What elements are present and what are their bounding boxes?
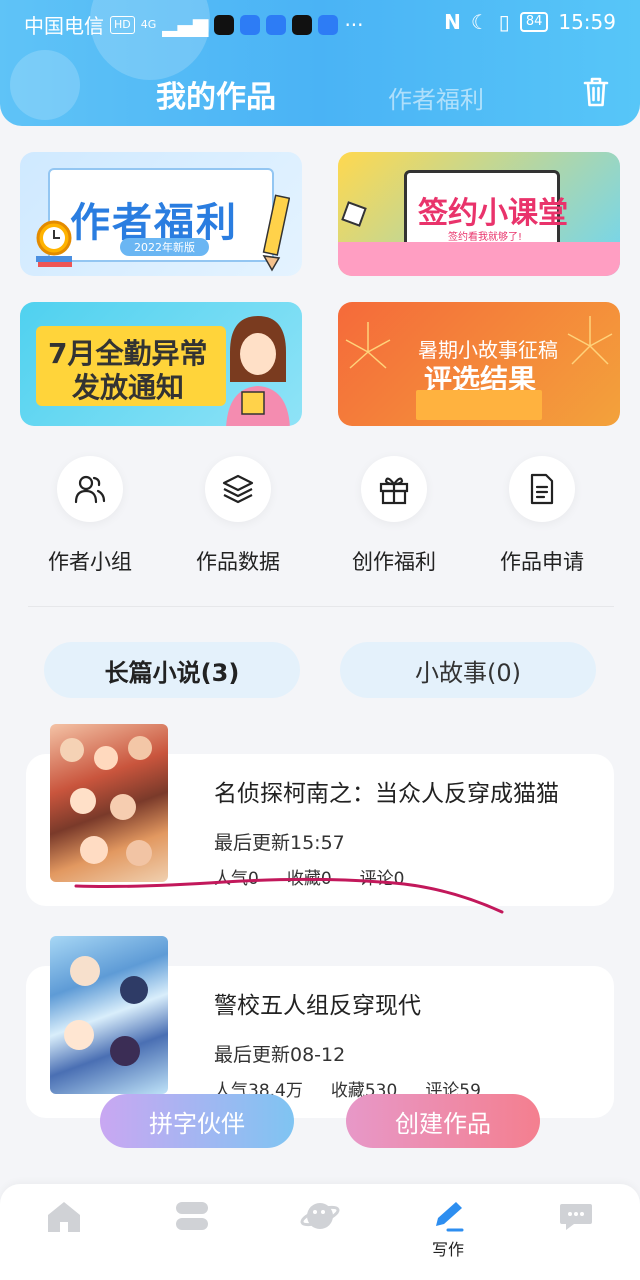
nav-discover[interactable] — [280, 1198, 360, 1268]
pencil-icon — [262, 194, 290, 272]
work-updated: 最后更新15:57 — [214, 832, 345, 854]
action-circle — [361, 456, 427, 522]
action-creative-benefits[interactable]: 创作福利 — [334, 456, 454, 586]
fireworks-decoration — [345, 316, 613, 369]
vibrate-icon: ▯ — [498, 10, 510, 34]
action-circle — [509, 456, 575, 522]
typing-partner-button[interactable]: 拼字伙伴 — [100, 1094, 294, 1148]
nav-library[interactable] — [152, 1198, 232, 1268]
book-app-icon — [318, 14, 339, 35]
banner-author-benefits[interactable]: 作者福利 2022年新版 — [20, 152, 302, 276]
work-updated: 最后更新08-12 — [214, 1044, 346, 1066]
tab-long-novels[interactable]: 长篇小说(3) — [44, 642, 300, 698]
nav-home[interactable] — [24, 1198, 104, 1268]
signal-icon: ▂▄▆ — [162, 12, 209, 37]
header-decoration — [10, 50, 80, 120]
search-app-icon — [240, 14, 261, 35]
action-label: 创作福利 — [352, 550, 436, 574]
network-label: 4G — [140, 18, 157, 31]
bulb-app-icon — [266, 14, 287, 35]
action-circle — [57, 456, 123, 522]
moon-icon: ☾ — [470, 10, 489, 34]
action-work-apply[interactable]: 作品申请 — [482, 456, 602, 586]
shelf-icon — [176, 1202, 208, 1230]
tab-my-works[interactable]: 我的作品 — [156, 72, 276, 116]
battery-icon: 84 — [519, 12, 549, 32]
status-bar: 中国电信 HD 4G ▂▄▆ ··· N ☾ ▯ 84 15:59 — [0, 0, 640, 44]
tab-short-stories[interactable]: 小故事(0) — [340, 642, 596, 698]
banner-attendance-notice[interactable]: 7月全勤异常 发放通知 — [20, 302, 302, 426]
girl-illustration — [226, 316, 290, 426]
banner-title-line2: 发放通知 — [72, 371, 185, 404]
action-label: 作品数据 — [196, 550, 280, 574]
banner-signing-class[interactable]: 签约小课堂 签约看我就够了! — [338, 152, 620, 276]
alarm-clock-icon — [36, 220, 72, 267]
work-title[interactable]: 名侦探柯南之：当众人反穿成猫猫 — [214, 774, 559, 808]
work-cover-image[interactable] — [50, 936, 168, 1094]
banner-decoration — [338, 242, 620, 276]
banner-story-contest[interactable]: 暑期小故事征稿 评选结果 — [338, 302, 620, 426]
tab-author-benefits[interactable]: 作者福利 — [388, 80, 484, 115]
more-icon: ··· — [344, 12, 364, 37]
planet-icon — [300, 1203, 340, 1229]
nav-write-label: 写作 — [431, 1240, 464, 1259]
action-author-group[interactable]: 作者小组 — [30, 456, 150, 586]
action-circle — [205, 456, 271, 522]
chat-bubble-icon — [560, 1204, 592, 1230]
nfc-icon: N — [444, 10, 461, 34]
tiktok-icon — [214, 14, 235, 35]
bottom-nav: 写作 — [0, 1184, 640, 1280]
people-icon — [74, 475, 106, 504]
tiktok-icon — [292, 14, 313, 35]
create-work-button[interactable]: 创建作品 — [346, 1094, 540, 1148]
banner-title: 签约小课堂 — [418, 196, 568, 231]
trash-icon[interactable] — [582, 76, 610, 108]
nav-messages[interactable] — [536, 1198, 616, 1268]
action-label: 作品申请 — [500, 550, 584, 574]
work-title[interactable]: 警校五人组反穿现代 — [214, 986, 421, 1020]
cube-decoration — [341, 201, 367, 227]
banner-subtitle: 2022年新版 — [120, 238, 209, 256]
carrier-label: 中国电信 — [24, 14, 104, 38]
gift-icon — [379, 477, 409, 505]
section-divider — [28, 606, 614, 607]
home-icon — [48, 1202, 80, 1232]
action-work-data[interactable]: 作品数据 — [178, 456, 298, 586]
header: 中国电信 HD 4G ▂▄▆ ··· N ☾ ▯ 84 15:59 我的作品 作… — [0, 0, 640, 126]
work-cover-image[interactable] — [50, 724, 168, 882]
banner-subtitle: 签约看我就够了! — [448, 232, 523, 243]
pen-icon — [436, 1202, 464, 1232]
document-icon — [530, 473, 554, 505]
handwritten-underline — [74, 877, 504, 914]
action-label: 作者小组 — [48, 550, 132, 574]
hd-badge: HD — [110, 15, 135, 34]
layers-icon — [222, 474, 254, 504]
nav-write[interactable]: 写作 — [408, 1198, 488, 1268]
clock: 15:59 — [558, 10, 616, 34]
